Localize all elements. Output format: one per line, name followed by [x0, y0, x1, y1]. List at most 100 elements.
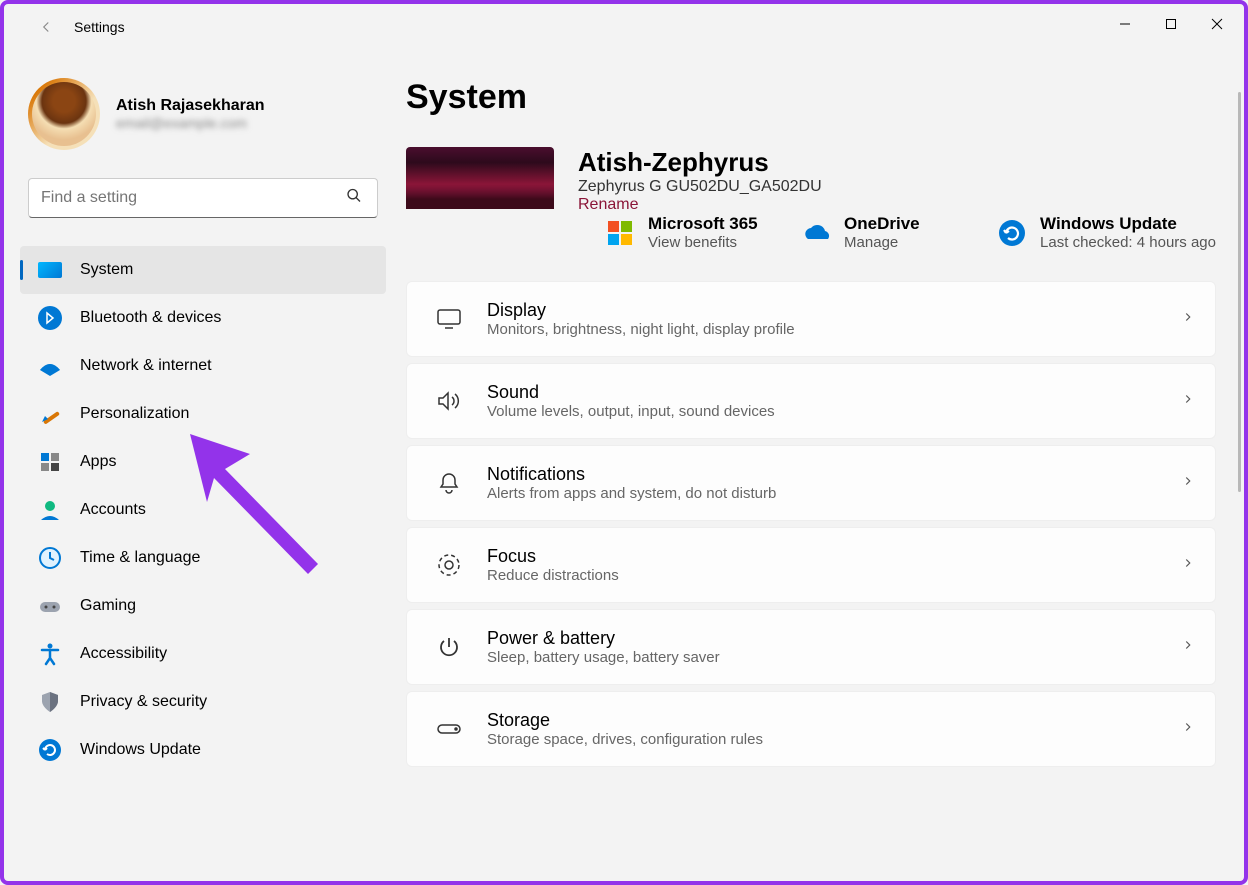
privacy-icon: [38, 690, 62, 714]
accounts-icon: [38, 498, 62, 522]
wupdate-icon: [996, 217, 1028, 249]
back-button[interactable]: [26, 7, 66, 47]
quicklink-sub: View benefits: [648, 234, 758, 251]
device-info: Atish-Zephyrus Zephyrus G GU502DU_GA502D…: [578, 147, 822, 214]
search-input[interactable]: [28, 178, 378, 218]
device-summary: Atish-Zephyrus Zephyrus G GU502DU_GA502D…: [406, 147, 1216, 251]
sidebar-item-label: Windows Update: [80, 741, 201, 759]
system-icon: [38, 258, 62, 282]
setting-title: Power & battery: [487, 628, 1181, 649]
microsoft-icon: [604, 217, 636, 249]
setting-notifications[interactable]: NotificationsAlerts from apps and system…: [406, 445, 1216, 521]
sidebar-item-bluetooth[interactable]: Bluetooth & devices: [20, 294, 386, 342]
setting-sound[interactable]: SoundVolume levels, output, input, sound…: [406, 363, 1216, 439]
sound-icon: [427, 389, 471, 413]
quick-links: Microsoft 365View benefits OneDriveManage…: [594, 214, 1216, 251]
sidebar-item-label: Gaming: [80, 597, 136, 615]
avatar: [28, 78, 100, 150]
onedrive-icon: [800, 217, 832, 249]
accessibility-icon: [38, 642, 62, 666]
bluetooth-icon: [38, 306, 62, 330]
apps-icon: [38, 450, 62, 474]
setting-title: Notifications: [487, 464, 1181, 485]
sidebar-item-accessibility[interactable]: Accessibility: [20, 630, 386, 678]
setting-display[interactable]: DisplayMonitors, brightness, night light…: [406, 281, 1216, 357]
setting-sub: Reduce distractions: [487, 567, 1181, 584]
search-container: [28, 178, 378, 218]
storage-icon: [427, 721, 471, 737]
pc-model: Zephyrus G GU502DU_GA502DU: [578, 178, 822, 196]
sidebar-item-accounts[interactable]: Accounts: [20, 486, 386, 534]
maximize-button[interactable]: [1148, 8, 1194, 40]
sidebar-item-label: Apps: [80, 453, 116, 471]
sidebar-item-label: Bluetooth & devices: [80, 309, 221, 327]
sidebar-item-label: System: [80, 261, 133, 279]
profile-block[interactable]: Atish Rajasekharan email@example.com: [20, 60, 386, 154]
sidebar: Atish Rajasekharan email@example.com Sys…: [4, 42, 394, 879]
header: Settings: [4, 12, 1244, 42]
setting-sub: Monitors, brightness, night light, displ…: [487, 321, 1181, 338]
gaming-icon: [38, 594, 62, 618]
sidebar-item-network[interactable]: Network & internet: [20, 342, 386, 390]
chevron-right-icon: [1181, 474, 1195, 493]
sidebar-item-label: Time & language: [80, 549, 200, 567]
sidebar-item-label: Accessibility: [80, 645, 167, 663]
setting-title: Display: [487, 300, 1181, 321]
desktop-thumbnail: [406, 147, 554, 209]
sidebar-item-gaming[interactable]: Gaming: [20, 582, 386, 630]
sidebar-item-label: Accounts: [80, 501, 146, 519]
sidebar-item-label: Personalization: [80, 405, 189, 423]
app-title: Settings: [74, 19, 125, 35]
sidebar-item-label: Network & internet: [80, 357, 212, 375]
settings-list: DisplayMonitors, brightness, night light…: [406, 281, 1216, 767]
chevron-right-icon: [1181, 638, 1195, 657]
pc-name: Atish-Zephyrus: [578, 147, 822, 178]
quicklink-microsoft[interactable]: Microsoft 365View benefits: [604, 214, 780, 251]
quicklink-sub: Manage: [844, 234, 920, 251]
chevron-right-icon: [1181, 720, 1195, 739]
main-content: System Atish-Zephyrus Zephyrus G GU502DU…: [394, 42, 1244, 879]
setting-storage[interactable]: StorageStorage space, drives, configurat…: [406, 691, 1216, 767]
quicklink-title: Microsoft 365: [648, 214, 758, 234]
sidebar-item-privacy[interactable]: Privacy & security: [20, 678, 386, 726]
setting-focus[interactable]: FocusReduce distractions: [406, 527, 1216, 603]
page-title: System: [406, 78, 1216, 117]
setting-sub: Alerts from apps and system, do not dist…: [487, 485, 1181, 502]
setting-title: Focus: [487, 546, 1181, 567]
setting-title: Storage: [487, 710, 1181, 731]
setting-power[interactable]: Power & batterySleep, battery usage, bat…: [406, 609, 1216, 685]
focus-icon: [427, 552, 471, 578]
sidebar-item-label: Privacy & security: [80, 693, 207, 711]
setting-sub: Volume levels, output, input, sound devi…: [487, 403, 1181, 420]
network-icon: [38, 354, 62, 378]
update-icon: [38, 738, 62, 762]
sidebar-item-update[interactable]: Windows Update: [20, 726, 386, 774]
chevron-right-icon: [1181, 556, 1195, 575]
quicklink-onedrive[interactable]: OneDriveManage: [800, 214, 976, 251]
search-icon: [346, 188, 362, 209]
profile-name: Atish Rajasekharan: [116, 97, 265, 115]
time-icon: [38, 546, 62, 570]
minimize-button[interactable]: [1102, 8, 1148, 40]
chevron-right-icon: [1181, 310, 1195, 329]
rename-link[interactable]: Rename: [578, 196, 822, 214]
sidebar-item-system[interactable]: System: [20, 246, 386, 294]
display-icon: [427, 308, 471, 330]
personalization-icon: [38, 402, 62, 426]
setting-title: Sound: [487, 382, 1181, 403]
power-icon: [427, 635, 471, 659]
setting-sub: Sleep, battery usage, battery saver: [487, 649, 1181, 666]
sidebar-item-personalization[interactable]: Personalization: [20, 390, 386, 438]
scrollbar[interactable]: [1238, 92, 1241, 492]
notifications-icon: [427, 471, 471, 495]
sidebar-item-apps[interactable]: Apps: [20, 438, 386, 486]
close-button[interactable]: [1194, 8, 1240, 40]
setting-sub: Storage space, drives, configuration rul…: [487, 731, 1181, 748]
sidebar-item-time[interactable]: Time & language: [20, 534, 386, 582]
chevron-right-icon: [1181, 392, 1195, 411]
nav-list: System Bluetooth & devices Network & inter…: [20, 246, 386, 774]
quicklink-sub: Last checked: 4 hours ago: [1040, 234, 1216, 251]
quicklink-title: OneDrive: [844, 214, 920, 234]
quicklink-wupdate[interactable]: Windows UpdateLast checked: 4 hours ago: [996, 214, 1216, 251]
profile-email: email@example.com: [116, 115, 265, 131]
